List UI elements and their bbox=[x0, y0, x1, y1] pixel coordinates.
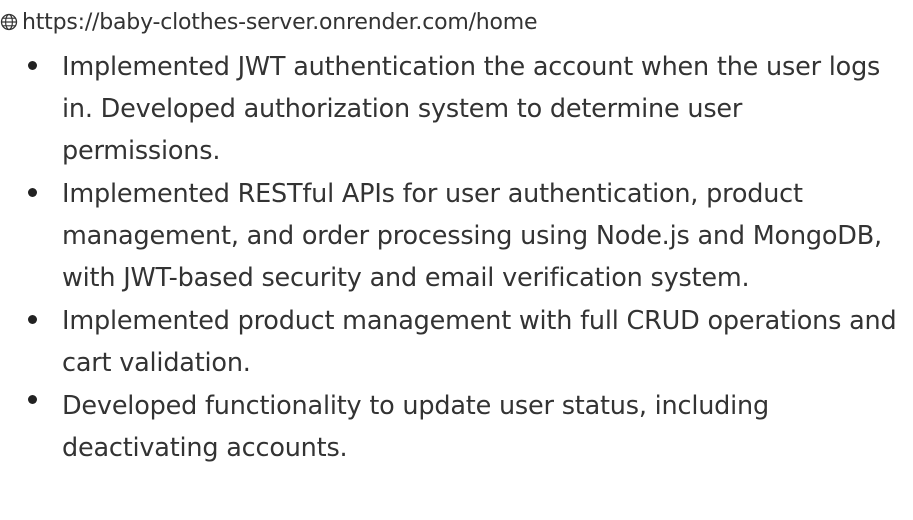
bullet-icon bbox=[28, 188, 37, 197]
bullet-icon bbox=[28, 395, 37, 404]
list-item: Implemented JWT authentication the accou… bbox=[28, 46, 908, 172]
list-item-text: Implemented JWT authentication the accou… bbox=[62, 52, 881, 166]
list-item: Developed functionality to update user s… bbox=[28, 385, 908, 469]
list-item-text: Implemented product management with full… bbox=[62, 306, 897, 378]
globe-icon bbox=[0, 13, 18, 31]
project-link[interactable]: https://baby-clothes-server.onrender.com… bbox=[0, 4, 538, 40]
bullet-icon bbox=[28, 315, 37, 324]
list-item: Implemented RESTful APIs for user authen… bbox=[28, 173, 908, 299]
list-item: Implemented product management with full… bbox=[28, 300, 908, 384]
list-item-text: Developed functionality to update user s… bbox=[62, 391, 769, 463]
list-item-text: Implemented RESTful APIs for user authen… bbox=[62, 179, 882, 293]
project-url[interactable]: https://baby-clothes-server.onrender.com… bbox=[22, 10, 538, 35]
bullet-icon bbox=[28, 61, 37, 70]
achievement-list: Implemented JWT authentication the accou… bbox=[28, 46, 908, 470]
